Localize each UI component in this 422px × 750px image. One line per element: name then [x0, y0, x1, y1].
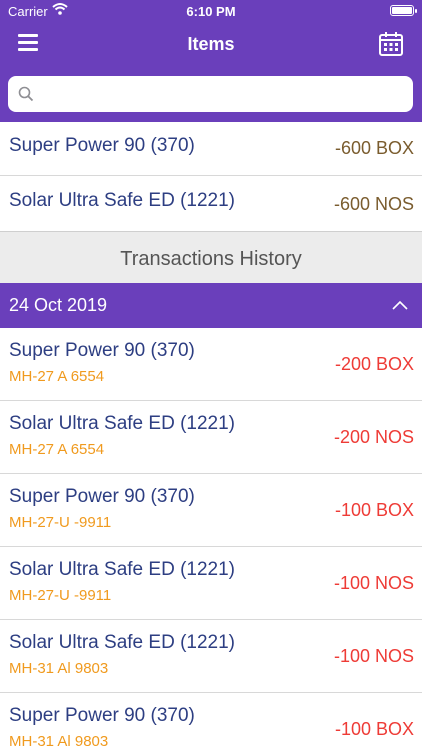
search-bar[interactable] — [8, 76, 413, 112]
transaction-row[interactable]: Solar Ultra Safe ED (1221) MH-27 A 6554 … — [0, 401, 422, 474]
chevron-up-icon[interactable] — [392, 297, 408, 315]
transaction-item-name: Solar Ultra Safe ED (1221) — [9, 632, 235, 653]
status-bar: Carrier 6:10 PM — [0, 0, 422, 22]
transaction-row[interactable]: Super Power 90 (370) MH-31 Al 9803 -100 … — [0, 693, 422, 750]
transaction-quantity: -200 BOX — [334, 354, 414, 374]
transaction-quantity: -100 NOS — [333, 573, 414, 593]
transaction-vehicle: MH-27 A 6554 — [9, 441, 105, 458]
status-time: 6:10 PM — [186, 4, 236, 19]
item-name: Super Power 90 (370) — [9, 135, 195, 156]
battery-icon — [390, 5, 417, 16]
transaction-row[interactable]: Solar Ultra Safe ED (1221) MH-27-U -9911… — [0, 547, 422, 620]
transaction-item-name: Super Power 90 (370) — [9, 340, 195, 361]
calendar-icon[interactable] — [378, 31, 404, 57]
transaction-quantity: -200 NOS — [333, 427, 414, 447]
transaction-row[interactable]: Super Power 90 (370) MH-27 A 6554 -200 B… — [0, 328, 422, 401]
transaction-vehicle: MH-31 Al 9803 — [9, 660, 109, 677]
transaction-item-name: Solar Ultra Safe ED (1221) — [9, 413, 235, 434]
date-label: 24 Oct 2019 — [9, 295, 108, 315]
search-icon — [18, 86, 34, 107]
search-input[interactable] — [42, 80, 406, 110]
item-quantity: -600 NOS — [333, 194, 414, 214]
item-name: Solar Ultra Safe ED (1221) — [9, 190, 235, 211]
nav-bar: Items — [0, 22, 422, 66]
transactions-history-header: Transactions History — [0, 232, 422, 283]
transaction-item-name: Solar Ultra Safe ED (1221) — [9, 559, 235, 580]
transaction-item-name: Super Power 90 (370) — [9, 486, 195, 507]
transaction-quantity: -100 NOS — [333, 646, 414, 666]
item-quantity: -600 BOX — [334, 138, 414, 158]
item-row[interactable]: Super Power 90 (370) -600 BOX — [0, 122, 422, 176]
transaction-quantity: -100 BOX — [334, 500, 414, 520]
transaction-row[interactable]: Super Power 90 (370) MH-27-U -9911 -100 … — [0, 474, 422, 547]
search-bar-container — [0, 66, 422, 122]
transaction-row[interactable]: Solar Ultra Safe ED (1221) MH-31 Al 9803… — [0, 620, 422, 693]
transaction-item-name: Super Power 90 (370) — [9, 705, 195, 726]
item-row[interactable]: Solar Ultra Safe ED (1221) -600 NOS — [0, 176, 422, 232]
transaction-vehicle: MH-27-U -9911 — [9, 587, 112, 604]
transaction-vehicle: MH-31 Al 9803 — [9, 733, 109, 750]
page-title: Items — [187, 34, 235, 54]
transaction-vehicle: MH-27-U -9911 — [9, 514, 112, 531]
transaction-quantity: -100 BOX — [334, 719, 414, 739]
date-group-header[interactable]: 24 Oct 2019 — [0, 283, 422, 328]
transaction-vehicle: MH-27 A 6554 — [9, 368, 105, 385]
